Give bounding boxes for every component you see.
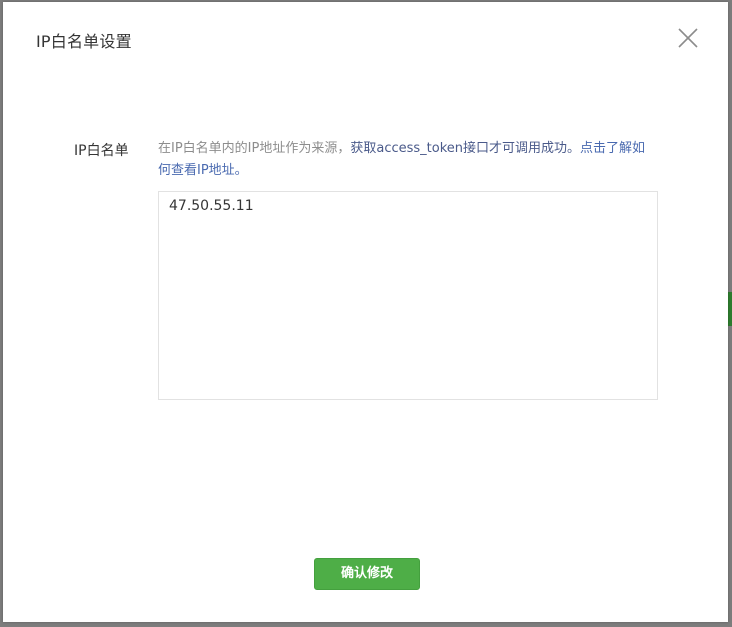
close-button[interactable] [676,26,700,50]
ip-whitelist-description: 在IP白名单内的IP地址作为来源，获取access_token接口才可调用成功。… [158,138,658,182]
ip-whitelist-label: IP白名单 [74,143,129,159]
dialog-title: IP白名单设置 [36,32,132,51]
confirm-button[interactable]: 确认修改 [314,558,420,590]
close-icon [678,28,698,48]
description-text: 在IP白名单内的IP地址作为来源， [158,141,351,156]
description-highlight: 获取access_token接口才可调用成功。 [350,141,581,156]
ip-whitelist-dialog: IP白名单设置 IP白名单 在IP白名单内的IP地址作为来源，获取access_… [3,2,728,622]
ip-whitelist-textarea[interactable]: 47.50.55.11 [158,191,658,400]
background-page-green-element [728,292,732,326]
